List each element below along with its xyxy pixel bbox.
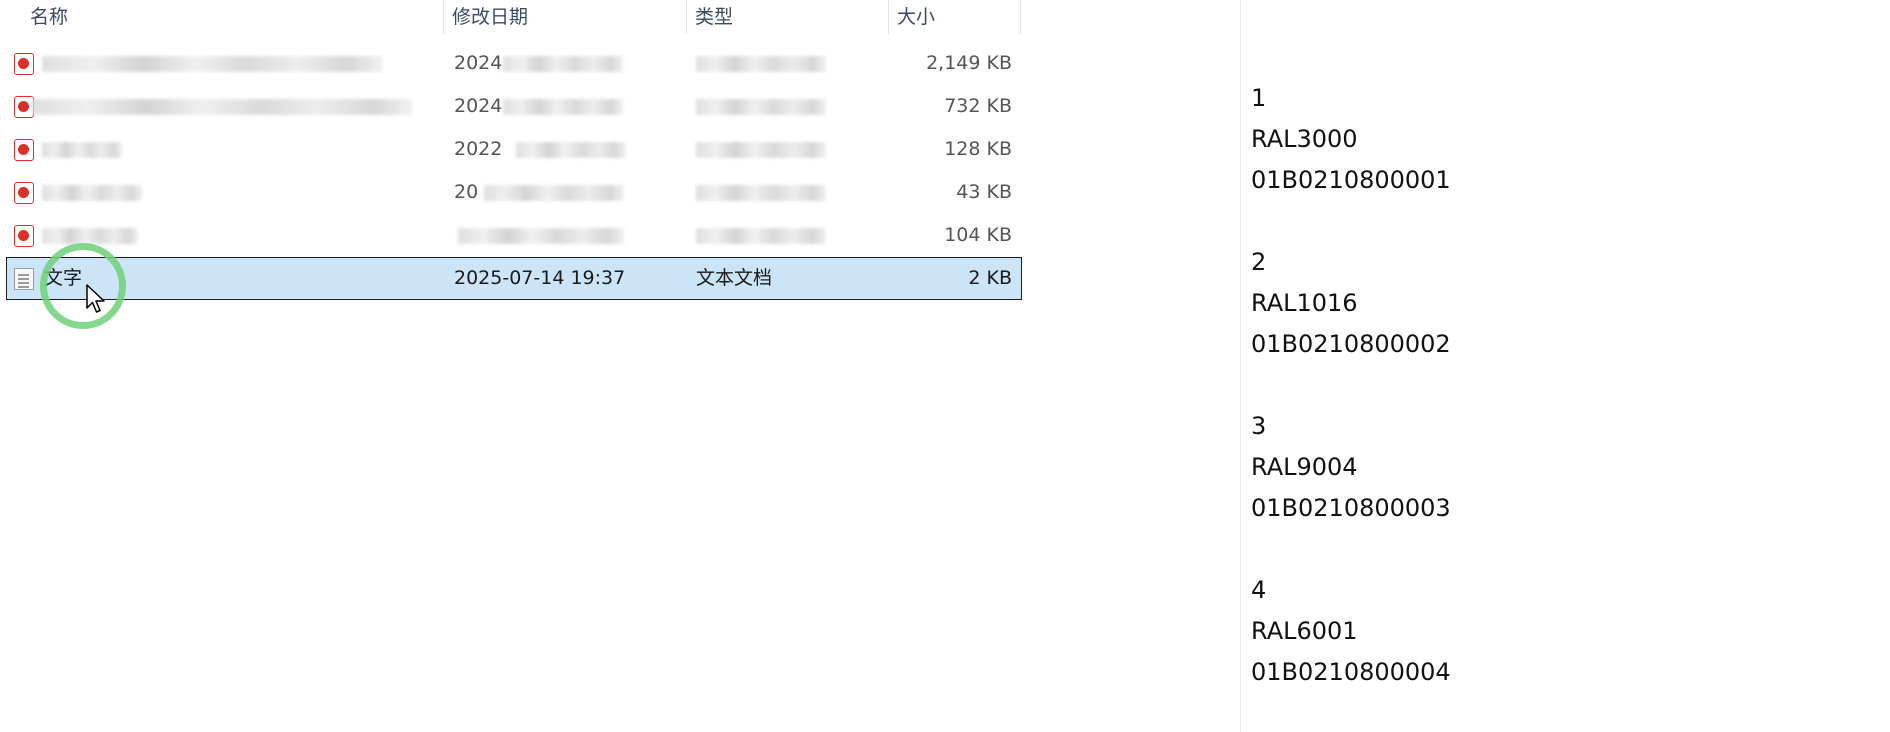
file-row-selected[interactable]: 文字 2025-07-14 19:37 文本文档 2 KB [6, 257, 1022, 300]
blurred-filename [42, 185, 142, 201]
pdf-icon [14, 96, 34, 118]
entry-ral-code: RAL1016 [1251, 289, 1358, 317]
file-date: 2024 [454, 52, 503, 74]
pdf-icon [14, 225, 34, 247]
entry-id: 01B0210800001 [1251, 166, 1451, 194]
pdf-icon [14, 53, 34, 75]
column-header-size[interactable]: 大小 [889, 0, 1019, 34]
entry-ral-code: RAL9004 [1251, 453, 1358, 481]
blurred-filename [42, 142, 122, 158]
entry-number: 4 [1251, 576, 1267, 604]
file-date: 2024 [454, 95, 503, 117]
blurred-type [696, 228, 826, 244]
blurred-date [503, 56, 623, 72]
text-file-icon [14, 268, 34, 290]
blurred-date [516, 142, 626, 158]
entry-id: 01B0210800004 [1251, 658, 1451, 686]
blurred-filename [42, 56, 382, 72]
pdf-icon [14, 182, 34, 204]
blurred-type [696, 185, 826, 201]
file-size: 128 KB [944, 138, 1012, 160]
file-row[interactable]: 2024 2,149 KB [6, 42, 1022, 85]
file-row[interactable]: 2022 128 KB [6, 128, 1022, 171]
entry-ral-code: RAL6001 [1251, 617, 1358, 645]
file-row[interactable]: 104 KB [6, 214, 1022, 257]
entry-number: 3 [1251, 412, 1267, 440]
entry-number: 1 [1251, 84, 1267, 112]
file-row[interactable]: 2024 732 KB [6, 85, 1022, 128]
column-header-type[interactable]: 类型 [687, 0, 887, 34]
file-size: 2,149 KB [926, 52, 1012, 74]
file-size: 2 KB [968, 267, 1012, 289]
column-header-date[interactable]: 修改日期 [444, 0, 684, 34]
click-indicator-ring [40, 243, 126, 329]
entry-id: 01B0210800003 [1251, 494, 1451, 522]
file-type: 文本文档 [696, 267, 773, 289]
entry-id: 01B0210800002 [1251, 330, 1451, 358]
mouse-cursor-icon [86, 284, 105, 313]
blurred-type [696, 56, 826, 72]
file-row[interactable]: 20 43 KB [6, 171, 1022, 214]
file-list: 2024 2,149 KB 2024 732 KB 2022 128 KB 20… [6, 42, 1022, 300]
column-header-bar: ^ 名称 修改日期 类型 大小 [0, 0, 1030, 34]
blurred-date [484, 185, 624, 201]
file-date: 2022 [454, 138, 503, 160]
file-size: 104 KB [944, 224, 1012, 246]
blurred-date [458, 228, 624, 244]
file-size: 732 KB [944, 95, 1012, 117]
blurred-type [696, 142, 826, 158]
column-divider[interactable] [1020, 0, 1021, 34]
file-explorer: ^ 名称 修改日期 类型 大小 2024 2,149 KB 2024 732 K… [0, 0, 1240, 732]
text-document-panel: 1 RAL3000 01B0210800001 2 RAL1016 01B021… [1240, 0, 1890, 732]
blurred-filename [32, 99, 412, 115]
file-date: 2025-07-14 19:37 [454, 267, 626, 289]
entry-number: 2 [1251, 248, 1267, 276]
blurred-type [696, 99, 826, 115]
pdf-icon [14, 139, 34, 161]
file-size: 43 KB [956, 181, 1012, 203]
file-date: 20 [454, 181, 479, 203]
blurred-filename [42, 228, 138, 244]
entry-ral-code: RAL3000 [1251, 125, 1358, 153]
column-header-name[interactable]: 名称 [22, 0, 442, 34]
blurred-date [503, 99, 623, 115]
